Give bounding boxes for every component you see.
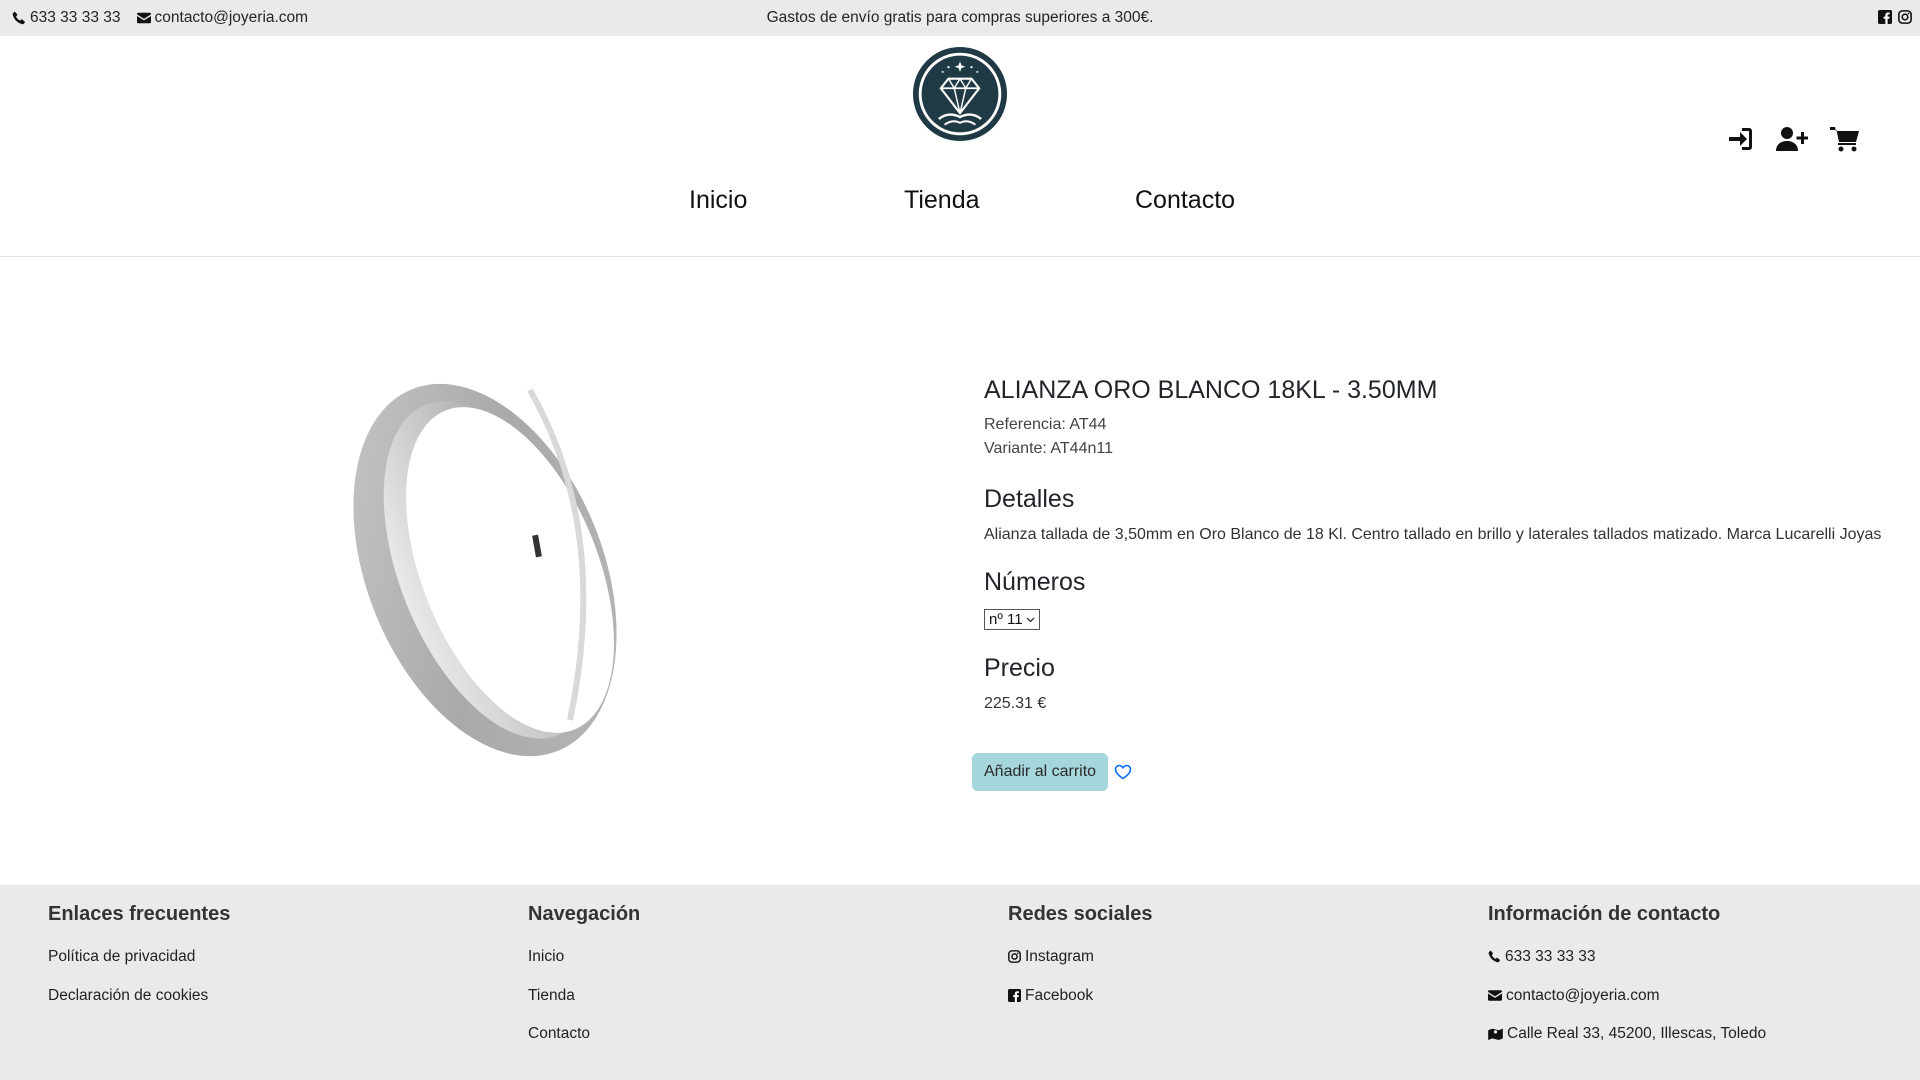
numbers-heading: Números — [984, 568, 1086, 596]
facebook-icon[interactable] — [1878, 10, 1892, 24]
footer-contact-email[interactable]: contacto@joyeria.com — [1488, 987, 1766, 1026]
nav-item-contacto[interactable]: Contacto — [1135, 186, 1235, 215]
chevron-down-icon — [1026, 617, 1035, 622]
footer-link-contacto[interactable]: Contacto — [528, 1025, 640, 1064]
details-heading: Detalles — [984, 485, 1075, 513]
footer-link-inicio[interactable]: Inicio — [528, 948, 640, 987]
envelope-icon — [1488, 989, 1502, 1001]
footer-link-instagram[interactable]: Instagram — [1008, 948, 1153, 987]
product-info: ALIANZA ORO BLANCO 18KL - 3.50MM Referen… — [984, 376, 1884, 713]
add-to-cart-button[interactable]: Añadir al carrito — [972, 753, 1109, 791]
register-user-icon[interactable] — [1776, 126, 1808, 152]
site-header: Inicio Tienda Contacto — [0, 36, 1920, 257]
footer-col-social: Redes sociales Instagram Facebook — [1008, 903, 1153, 1025]
footer-contact-phone-text: 633 33 33 33 — [1505, 948, 1596, 965]
footer-link-facebook-label: Facebook — [1025, 986, 1094, 1004]
facebook-icon — [1008, 988, 1021, 1002]
instagram-icon — [1008, 950, 1021, 963]
footer-link-instagram-label: Instagram — [1025, 948, 1094, 965]
phone-icon — [1488, 950, 1500, 963]
footer-link-privacy[interactable]: Política de privacidad — [48, 948, 230, 987]
price-heading: Precio — [984, 654, 1055, 682]
product-image-ring — [353, 383, 617, 757]
footer-link-facebook[interactable]: Facebook — [1008, 987, 1153, 1026]
footer-col-navigation: Navegación Inicio Tienda Contacto — [528, 903, 640, 1064]
footer-heading-social: Redes sociales — [1008, 903, 1153, 925]
footer-heading-navigation: Navegación — [528, 903, 641, 925]
product-title: ALIANZA ORO BLANCO 18KL - 3.50MM — [984, 376, 1438, 404]
cart-icon[interactable] — [1830, 126, 1860, 152]
footer-heading-frequent: Enlaces frecuentes — [48, 903, 231, 925]
footer-contact-address-text: Calle Real 33, 45200, Illescas, Toledo — [1507, 1025, 1767, 1042]
footer-link-tienda[interactable]: Tienda — [528, 987, 640, 1026]
jewelry-logo[interactable] — [912, 46, 1008, 142]
map-icon — [1488, 1028, 1503, 1040]
footer-heading-contact: Información de contacto — [1488, 903, 1721, 925]
size-select[interactable]: nº 11 — [984, 609, 1040, 630]
header-actions — [1726, 126, 1860, 152]
footer-col-frequent: Enlaces frecuentes Política de privacida… — [48, 903, 230, 1025]
heart-icon[interactable] — [1114, 764, 1132, 780]
topbar-social — [1878, 10, 1912, 24]
footer-contact-phone[interactable]: 633 33 33 33 — [1488, 948, 1766, 987]
cart-actions: Añadir al carrito — [972, 753, 1132, 791]
shipping-promo-text: Gastos de envío gratis para compras supe… — [766, 9, 1154, 26]
footer-link-cookies[interactable]: Declaración de cookies — [48, 987, 230, 1026]
top-info-bar: 633 33 33 33 contacto@joyeria.com Gastos… — [0, 0, 1920, 36]
product-details-text: Alianza tallada de 3,50mm en Oro Blanco … — [984, 526, 1882, 543]
footer-contact-address: Calle Real 33, 45200, Illescas, Toledo — [1488, 1025, 1766, 1064]
footer-contact-email-text: contacto@joyeria.com — [1506, 986, 1660, 1004]
nav-item-inicio[interactable]: Inicio — [689, 186, 747, 215]
site-footer: Enlaces frecuentes Política de privacida… — [0, 885, 1920, 1080]
instagram-icon[interactable] — [1898, 10, 1912, 24]
size-select-value: nº 11 — [989, 611, 1023, 628]
product-variant: Variante: AT44n11 — [984, 440, 1113, 457]
product-reference: Referencia: AT44 — [984, 416, 1107, 433]
product-price: 225.31 € — [984, 695, 1047, 712]
footer-col-contact: Información de contacto 633 33 33 33 con… — [1488, 903, 1766, 1064]
nav-item-tienda[interactable]: Tienda — [904, 186, 980, 215]
login-icon[interactable] — [1726, 126, 1754, 152]
